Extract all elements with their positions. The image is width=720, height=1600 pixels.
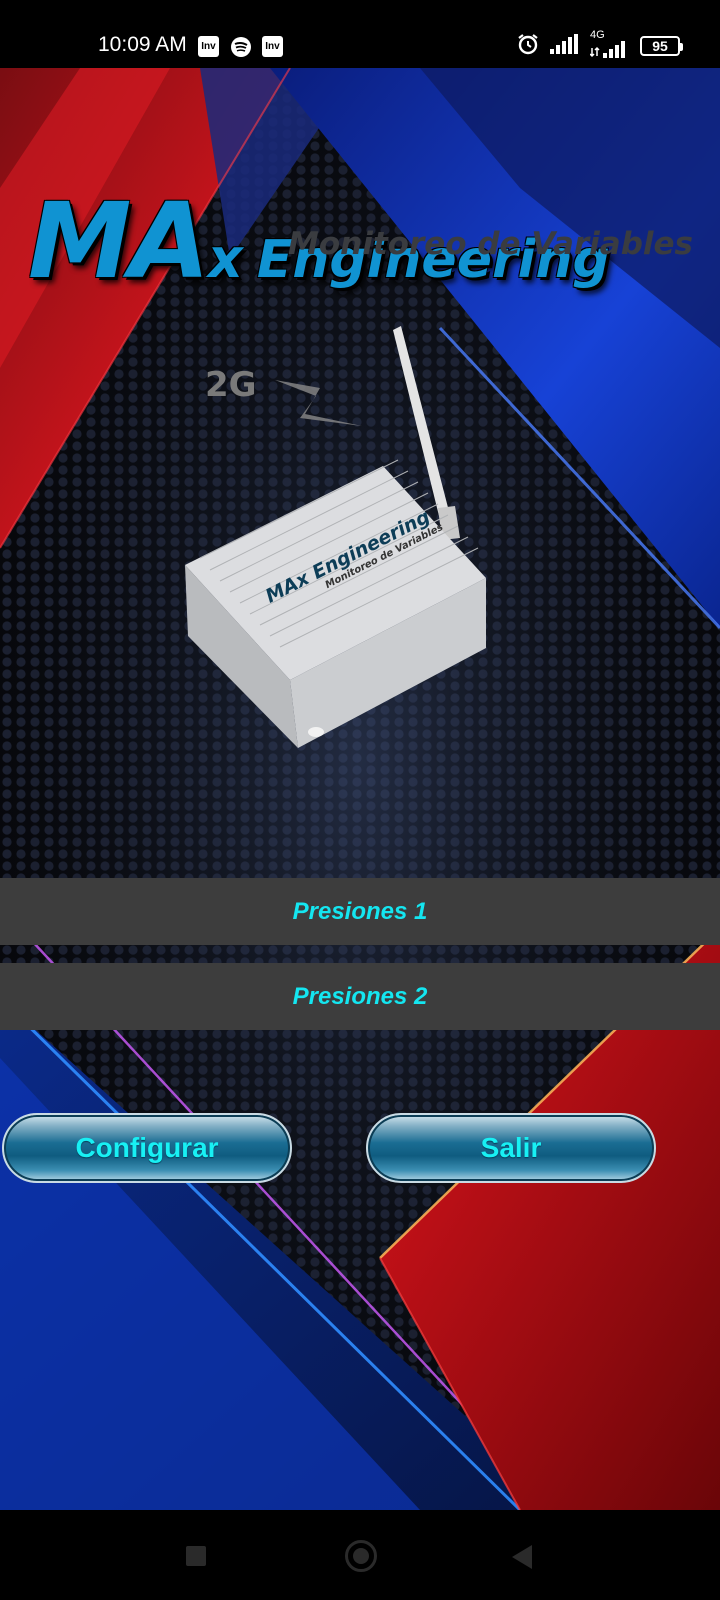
signal-4g-icon: 4G [590,29,630,58]
back-icon[interactable] [512,1545,532,1569]
logo-ma: MA [28,180,210,302]
spotify-icon [230,36,252,63]
status-indicators: 4G 95 [516,29,683,61]
home-icon[interactable] [345,1540,377,1572]
logo-x: x [207,227,243,290]
status-time: 10:09 AM [98,33,187,56]
signal-icon [550,33,580,59]
notification-app-icon: Inv [198,36,219,57]
menu-item-presiones-1[interactable]: Presiones 1 [0,878,720,945]
notification-app-icon-2: Inv [262,36,283,57]
status-bar: 10:09 AM Inv Inv 4G 95 [0,0,720,68]
navigation-bar [0,1510,720,1600]
network-2g-label: 2G [205,365,257,405]
battery-icon: 95 [640,36,683,56]
logo-subtitle: Monitoreo de Variables [288,226,693,262]
exit-button[interactable]: Salir [366,1113,656,1183]
alarm-icon [516,32,540,61]
app-screen: MAx Engineering Monitoreo de Variables 2G… [0,68,720,1510]
recents-icon[interactable] [186,1546,206,1566]
menu-item-presiones-2[interactable]: Presiones 2 [0,963,720,1030]
configure-button[interactable]: Configurar [2,1113,292,1183]
